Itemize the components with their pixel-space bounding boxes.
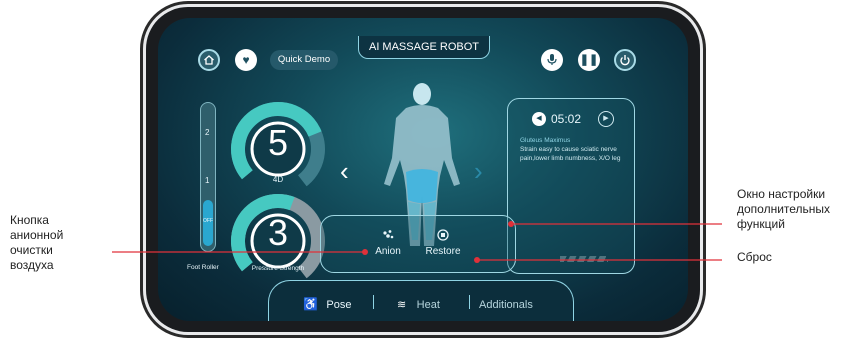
callout-dot-restore bbox=[474, 257, 480, 263]
callout-lines bbox=[112, 221, 722, 263]
callout-dot-panel bbox=[508, 221, 514, 227]
callout-dot-anion bbox=[362, 249, 368, 255]
